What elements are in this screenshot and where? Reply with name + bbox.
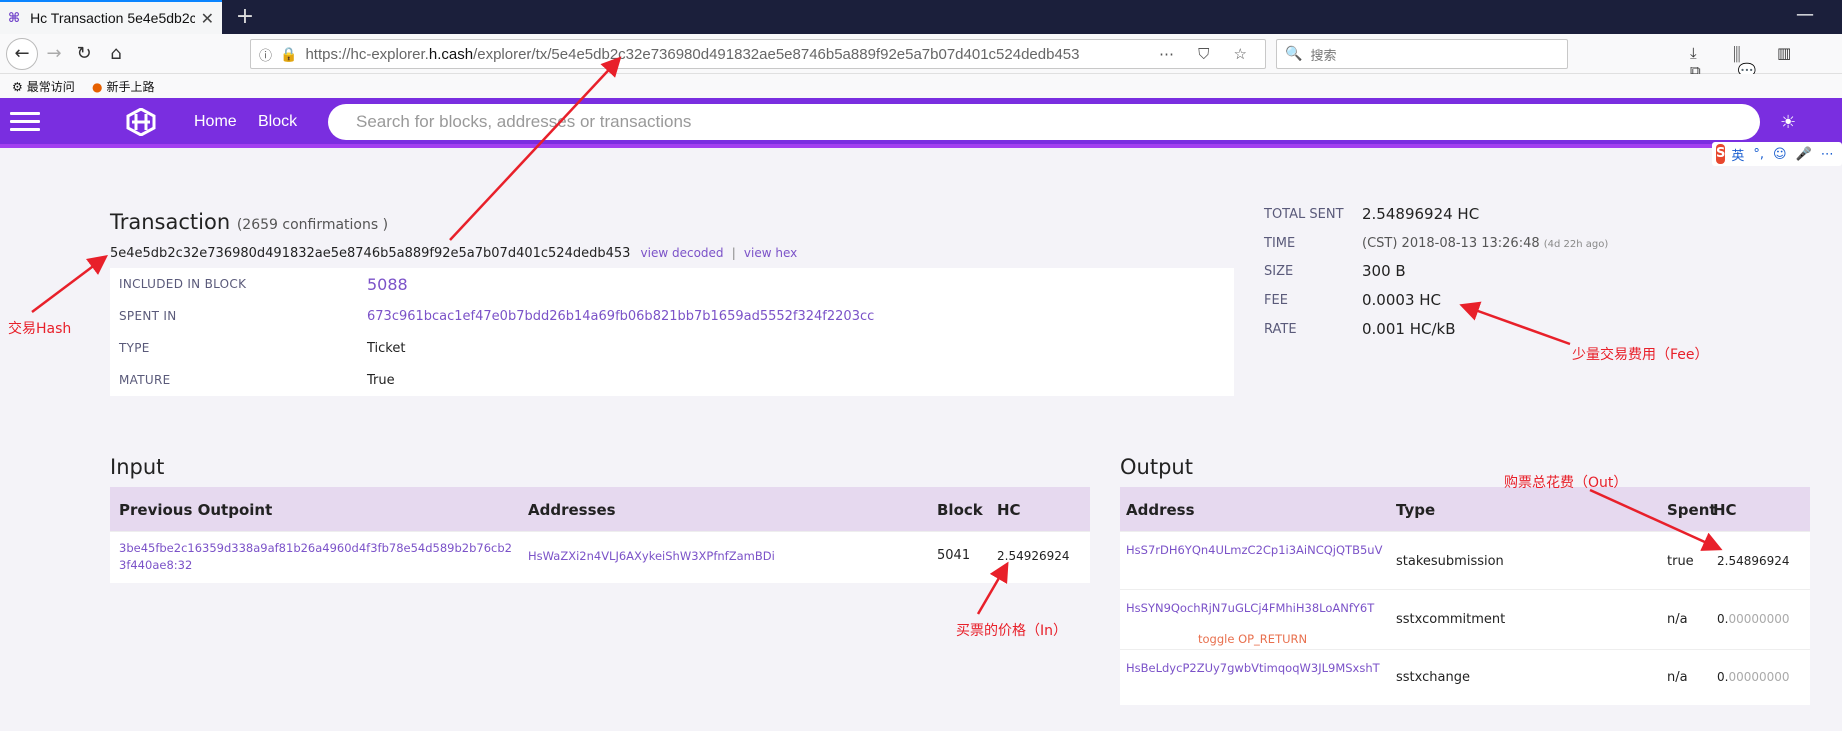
hc-logo-icon[interactable] bbox=[126, 108, 156, 136]
spent-true-link[interactable]: true bbox=[1667, 554, 1694, 569]
nav-home-link[interactable]: Home bbox=[194, 113, 237, 131]
input-hc-value: 2.54926924 bbox=[997, 549, 1070, 563]
summary-total-sent: TOTAL SENT 2.54896924 HC bbox=[1264, 205, 1480, 223]
ime-toolbar[interactable]: S 英 °, ☺ 🎤 ⋯ bbox=[1712, 142, 1842, 166]
bookmark-most-visited[interactable]: ⚙ 最常访问 bbox=[12, 78, 75, 95]
page-title: Transaction (2659 confirmations ) bbox=[110, 210, 389, 234]
summary-rate: RATE 0.001 HC/kB bbox=[1264, 320, 1456, 338]
browser-nav-bar: ← → ↻ ⌂ ⓘ 🔒 https://hc-explorer.h.cash/e… bbox=[0, 34, 1842, 80]
arrow-to-hash bbox=[31, 255, 108, 313]
search-icon: 🔍 bbox=[1285, 46, 1303, 62]
tx-info-table: INCLUDED IN BLOCK 5088 SPENT IN 673c961b… bbox=[110, 268, 1234, 396]
annotation-hash: 交易Hash bbox=[8, 321, 72, 337]
nav-block-link[interactable]: Block bbox=[258, 113, 297, 131]
info-row-type: TYPE Ticket bbox=[119, 340, 406, 356]
output-address-link[interactable]: HsS7rDH6YQn4ULmzC2Cp1i3AiNCQjQTB5uV bbox=[1126, 542, 1386, 559]
link-separator: | bbox=[731, 246, 736, 260]
tx-hash-line: 5e4e5db2c32e736980d491832ae5e8746b5a889f… bbox=[110, 246, 797, 261]
input-table-header: Previous Outpoint Addresses Block HC bbox=[110, 487, 1090, 531]
gear-icon: ⚙ bbox=[12, 79, 23, 94]
table-row: 3be45fbe2c16359d338a9af81b26a4960d4f3fb7… bbox=[110, 531, 1090, 583]
back-icon[interactable]: ← bbox=[6, 38, 38, 70]
annotation-fee: 少量交易费用（Fee） bbox=[1572, 347, 1709, 363]
output-hc-value: 0.00000000 bbox=[1717, 670, 1790, 684]
summary-time: TIME (CST) 2018-08-13 13:26:48 (4d 22h a… bbox=[1264, 235, 1609, 251]
hc-favicon-icon: ⌘ bbox=[8, 10, 21, 26]
tx-hash: 5e4e5db2c32e736980d491832ae5e8746b5a889f… bbox=[110, 246, 631, 261]
output-address-link[interactable]: HsSYN9QochRjN7uGLCj4FMhiH38LoANfY6T bbox=[1126, 600, 1386, 617]
new-tab-icon[interactable]: + bbox=[230, 2, 260, 32]
bookmarks-bar: ⚙ 最常访问 ● 新手上路 bbox=[0, 74, 1842, 98]
site-search-input[interactable]: Search for blocks, addresses or transact… bbox=[328, 104, 1760, 140]
output-address-link[interactable]: HsBeLdycP2ZUy7gwbVtimqoqW3JL9MSxshT bbox=[1126, 660, 1386, 677]
forward-icon[interactable]: → bbox=[40, 40, 68, 68]
spent-in-link[interactable]: 673c961bcac1ef47e0b7bdd26b14a69fb06b821b… bbox=[367, 309, 874, 324]
tab-title: Hc Transaction 5e4e5db2c32 bbox=[30, 10, 195, 26]
view-decoded-link[interactable]: view decoded bbox=[641, 246, 724, 260]
lock-icon: 🔒 bbox=[280, 45, 298, 62]
prev-outpoint-link[interactable]: 3be45fbe2c16359d338a9af81b26a4960d4f3fb7… bbox=[119, 540, 514, 574]
menu-icon[interactable] bbox=[10, 112, 40, 132]
included-block-link[interactable]: 5088 bbox=[367, 275, 408, 294]
output-hc-value: 2.54896924 bbox=[1717, 554, 1790, 568]
theme-toggle-icon[interactable]: ☀ bbox=[1780, 112, 1796, 133]
table-row: HsBeLdycP2ZUy7gwbVtimqoqW3JL9MSxshT sstx… bbox=[1120, 649, 1810, 705]
tab-close-icon[interactable]: ✕ bbox=[201, 9, 214, 28]
info-icon[interactable]: ⓘ bbox=[259, 45, 272, 64]
confirmations: (2659 confirmations ) bbox=[236, 217, 389, 233]
output-table-header: Address Type Spent HC bbox=[1120, 487, 1810, 531]
toggle-op-return-link[interactable]: toggle OP_RETURN bbox=[1198, 632, 1307, 646]
annotation-in: 买票的价格（In） bbox=[956, 623, 1068, 639]
bookmark-getting-started[interactable]: ● 新手上路 bbox=[92, 78, 155, 95]
output-title: Output bbox=[1120, 455, 1193, 479]
table-row: HsS7rDH6YQn4ULmzC2Cp1i3AiNCQjQTB5uV stak… bbox=[1120, 531, 1810, 589]
output-hc-value: 0.00000000 bbox=[1717, 612, 1790, 626]
firefox-icon: ● bbox=[92, 79, 103, 94]
input-title: Input bbox=[110, 455, 165, 479]
url-bar[interactable]: ⓘ 🔒 https://hc-explorer.h.cash/explorer/… bbox=[250, 39, 1266, 69]
browser-search-input[interactable]: 🔍 搜索 bbox=[1276, 39, 1568, 69]
input-address-link[interactable]: HsWaZXi2n4VLJ6AXykeiShW3XPfnfZamBDi bbox=[528, 548, 775, 565]
site-header: Home Block Search for blocks, addresses … bbox=[0, 98, 1842, 148]
info-row-spent-in: SPENT IN 673c961bcac1ef47e0b7bdd26b14a69… bbox=[119, 308, 875, 324]
sogou-icon: S bbox=[1716, 144, 1726, 164]
url-text[interactable]: https://hc-explorer.h.cash/explorer/tx/5… bbox=[305, 46, 1159, 63]
info-row-mature: MATURE True bbox=[119, 372, 395, 388]
summary-fee: FEE 0.0003 HC bbox=[1264, 291, 1442, 309]
reload-icon[interactable]: ↻ bbox=[70, 40, 98, 68]
view-hex-link[interactable]: view hex bbox=[744, 246, 797, 260]
minimize-window-icon[interactable]: — bbox=[1796, 4, 1814, 25]
info-row-block: INCLUDED IN BLOCK 5088 bbox=[119, 274, 408, 294]
page-actions-icon[interactable]: ⋯ ⛉ ☆ bbox=[1159, 45, 1257, 63]
browser-tab[interactable]: ⌘ Hc Transaction 5e4e5db2c32 ✕ bbox=[0, 0, 222, 34]
output-table: Address Type Spent HC HsS7rDH6YQn4ULmzC2… bbox=[1120, 487, 1810, 705]
table-row: HsSYN9QochRjN7uGLCj4FMhiH38LoANfY6T togg… bbox=[1120, 589, 1810, 649]
input-block-link[interactable]: 5041 bbox=[937, 548, 970, 563]
summary-size: SIZE 300 B bbox=[1264, 262, 1406, 280]
browser-tab-bar: ⌘ Hc Transaction 5e4e5db2c32 ✕ + — bbox=[0, 0, 1842, 34]
input-table: Previous Outpoint Addresses Block HC 3be… bbox=[110, 487, 1090, 583]
home-icon[interactable]: ⌂ bbox=[102, 40, 130, 68]
annotation-out: 购票总花费（Out） bbox=[1504, 475, 1628, 491]
